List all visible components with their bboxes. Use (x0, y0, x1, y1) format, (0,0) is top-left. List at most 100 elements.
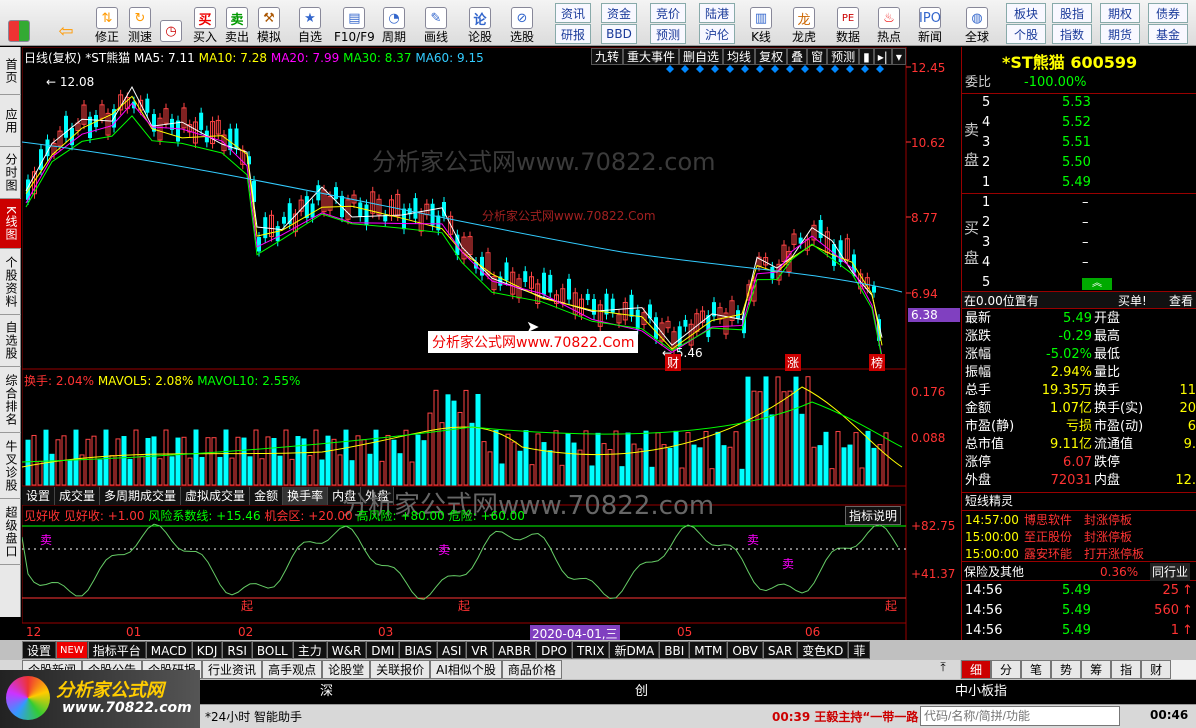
adjust-button[interactable]: 复权 (755, 48, 788, 65)
status-assistant[interactable]: 智能助手 (254, 708, 302, 725)
stock-tab[interactable]: 个股 (1006, 24, 1046, 44)
buy-button[interactable]: 买买入 (193, 2, 217, 44)
f10-button[interactable]: ▤ F10/F9 (334, 2, 375, 44)
indicator-tab-11[interactable]: ASI (437, 641, 467, 659)
indicator-tab-0[interactable]: 设置 (22, 641, 57, 659)
buy-order-text[interactable]: 买单! (1118, 292, 1147, 310)
search-input[interactable] (920, 706, 1120, 726)
option-tab[interactable]: 期权 (1100, 3, 1140, 23)
speed-button[interactable]: ↻ 测速 (128, 2, 152, 44)
index-tab[interactable]: 指数 (1052, 24, 1092, 44)
vol-tab-volume[interactable]: 成交量 (55, 487, 101, 505)
indicator-tab-4[interactable]: KDJ (191, 641, 223, 659)
sell-button[interactable]: 卖卖出 (225, 2, 249, 44)
simulate-button[interactable]: ⚒ 模拟 (257, 2, 281, 44)
index-sz[interactable]: 深 (320, 680, 333, 704)
expand-up-icon[interactable]: ⤒ (930, 660, 956, 679)
major-event-button[interactable]: 重大事件 (623, 48, 680, 65)
right-tab-4[interactable]: 筹 (1081, 660, 1112, 679)
forecast-tab[interactable]: 预测 (650, 24, 686, 44)
left-tab-watchlist[interactable]: 自选股 (0, 315, 21, 367)
same-industry-button[interactable]: 同行业 (1150, 563, 1191, 581)
right-tab-5[interactable]: 指 (1111, 660, 1142, 679)
indicator-tab-7[interactable]: 主力 (292, 641, 327, 659)
indicator-tab-18[interactable]: MTM (689, 641, 728, 659)
short-stock[interactable]: 博思软件 (1024, 511, 1072, 529)
left-tab-diagnose[interactable]: 牛叉诊股 (0, 433, 21, 499)
select-button[interactable]: ⊘ 选股 (510, 2, 534, 44)
watchlist-button[interactable]: ★ 自选 (298, 2, 322, 44)
sector-name[interactable]: 保险及其他 (964, 563, 1024, 581)
right-tab-1[interactable]: 分 (991, 660, 1022, 679)
left-tab-timeshare[interactable]: 分时图 (0, 147, 21, 199)
sector-tab[interactable]: 板块 (1006, 3, 1046, 23)
lock-icon[interactable]: ▮ (859, 48, 874, 65)
indicator-tab-9[interactable]: DMI (366, 641, 400, 659)
info-tab-8[interactable]: 商品价格 (501, 660, 562, 679)
indicator-tab-16[interactable]: 新DMA (609, 641, 660, 659)
stock-index-tab[interactable]: 股指 (1052, 3, 1092, 23)
arrow-right-icon[interactable]: ▸| (873, 48, 892, 65)
indicator-tab-1[interactable]: NEW (56, 641, 88, 659)
finance-mark[interactable]: 财 (665, 354, 682, 371)
info-tab[interactable]: 资讯 (555, 3, 591, 23)
indicator-tab-14[interactable]: DPO (536, 641, 572, 659)
kline-chart-area[interactable]: 日线(复权) *ST熊猫 MA5: 7.11 MA10: 7.28 MA20: … (22, 47, 960, 642)
bbd-tab[interactable]: BBD (601, 24, 637, 44)
predict-button[interactable]: 预测 (827, 48, 860, 65)
cycle-button[interactable]: ◔ 周期 (382, 2, 406, 44)
discuss-button[interactable]: 论论股 (468, 2, 492, 44)
indicator-tab-12[interactable]: VR (466, 641, 493, 659)
shanghai-london-tab[interactable]: 沪伦 (699, 24, 735, 44)
indicator-tab-6[interactable]: BOLL (251, 641, 293, 659)
nine-turn-button[interactable]: 九转 (591, 48, 624, 65)
auction-tab[interactable]: 竞价 (650, 3, 686, 23)
vol-tab-settings[interactable]: 设置 (22, 487, 56, 505)
global-button[interactable]: ◍ 全球 (965, 2, 989, 44)
info-tab-6[interactable]: 关联报价 (370, 660, 431, 679)
right-tab-2[interactable]: 笔 (1021, 660, 1052, 679)
dropdown-icon[interactable]: ▾ (891, 48, 906, 65)
remove-watch-button[interactable]: 删自选 (679, 48, 724, 65)
indicator-tab-8[interactable]: W&R (326, 641, 367, 659)
dragon-button[interactable]: 龙龙虎 (792, 2, 816, 44)
info-tab-7[interactable]: AI相似个股 (430, 660, 502, 679)
window-button[interactable]: 窗 (807, 48, 828, 65)
back-button[interactable]: ⇦ (55, 2, 77, 44)
index-sme[interactable]: 中小板指 (955, 680, 1007, 704)
indicator-tab-2[interactable]: 指标平台 (87, 641, 146, 659)
indicator-tab-15[interactable]: TRIX (572, 641, 610, 659)
clock-button[interactable]: ◷ (160, 2, 182, 44)
hot-button[interactable]: ♨ 热点 (877, 2, 901, 44)
expand-icon[interactable]: ︽ (1082, 278, 1112, 290)
right-tab-3[interactable]: 势 (1051, 660, 1082, 679)
info-tab-5[interactable]: 论股堂 (322, 660, 371, 679)
vol-tab-amount[interactable]: 金额 (250, 487, 284, 505)
grid-button[interactable] (8, 2, 30, 44)
draw-button[interactable]: ✎ 画线 (424, 2, 448, 44)
left-tab-ranking[interactable]: 综合排名 (0, 367, 21, 433)
info-tab-3[interactable]: 行业资讯 (202, 660, 263, 679)
left-tab-apps[interactable]: 应用 (0, 95, 21, 147)
rank-mark[interactable]: 榜 (869, 354, 886, 371)
right-tab-0[interactable]: 细 (961, 660, 992, 679)
right-tab-6[interactable]: 财 (1141, 660, 1172, 679)
left-tab-kline[interactable]: K线图 (0, 199, 21, 249)
index-chuang[interactable]: 创 (635, 680, 648, 704)
vol-tab-virtual[interactable]: 虚拟成交量 (181, 487, 251, 505)
info-tab-4[interactable]: 高手观点 (262, 660, 323, 679)
left-tab-superpanel[interactable]: 超级盘口 (0, 499, 21, 565)
ma-button[interactable]: 均线 (723, 48, 756, 65)
left-tab-home[interactable]: 首页 (0, 47, 21, 95)
indicator-tab-21[interactable]: 变色KD (797, 641, 849, 659)
indicator-tab-22[interactable]: 菲 (848, 641, 871, 659)
indicator-tab-5[interactable]: RSI (222, 641, 252, 659)
data-button[interactable]: PE 数据 (836, 2, 860, 44)
view-link[interactable]: 查看 (1169, 292, 1193, 310)
indicator-tab-10[interactable]: BIAS (399, 641, 438, 659)
indicator-tab-19[interactable]: OBV (727, 641, 763, 659)
kline-button[interactable]: ▥ K线 (750, 2, 772, 44)
fund-tab-2[interactable]: 基金 (1148, 24, 1188, 44)
limitup-mark[interactable]: 涨 (785, 354, 802, 371)
fix-button[interactable]: ⇅ 修正 (95, 2, 119, 44)
